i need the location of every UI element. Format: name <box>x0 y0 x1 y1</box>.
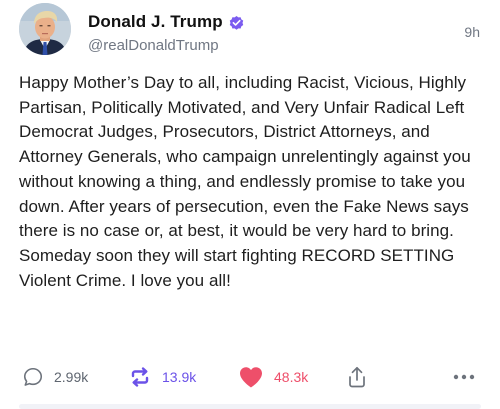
retruth-count: 13.9k <box>162 369 197 385</box>
share-icon <box>346 365 368 389</box>
heart-icon <box>238 365 264 389</box>
post-card: Donald J. Trump @realDonaldTrump 9h Happ… <box>0 0 500 409</box>
author-avatar[interactable] <box>19 3 71 55</box>
avatar-photo-icon <box>19 3 71 55</box>
more-icon <box>452 373 476 381</box>
author-name-row: Donald J. Trump <box>88 10 245 34</box>
like-count: 48.3k <box>274 369 309 385</box>
more-options-button[interactable] <box>452 362 476 392</box>
author-handle[interactable]: @realDonaldTrump <box>88 37 219 54</box>
reply-count: 2.99k <box>54 369 89 385</box>
retruth-icon <box>128 365 152 389</box>
author-display-name[interactable]: Donald J. Trump <box>88 12 223 32</box>
retruth-button[interactable]: 13.9k <box>128 362 196 392</box>
reply-button[interactable]: 2.99k <box>22 362 88 392</box>
post-body-text: Happy Mother’s Day to all, including Rac… <box>19 73 471 290</box>
verified-badge-icon <box>228 14 245 31</box>
post-timestamp[interactable]: 9h <box>464 24 480 40</box>
post-action-bar: 2.99k 13.9k 48.3k <box>0 362 500 392</box>
like-button[interactable]: 48.3k <box>238 362 308 392</box>
share-button[interactable] <box>346 362 368 392</box>
post-divider <box>19 404 481 409</box>
reply-icon <box>22 366 44 388</box>
